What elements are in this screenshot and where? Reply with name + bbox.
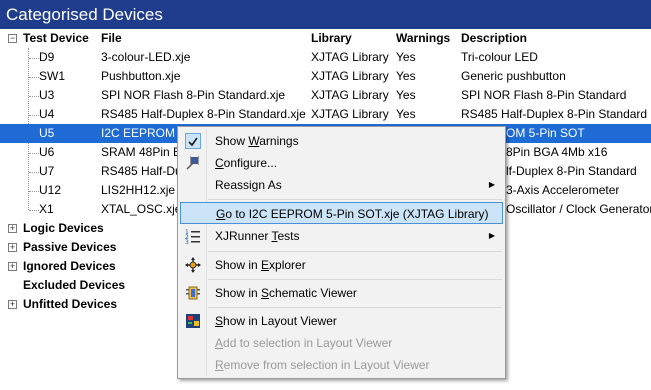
device-name: D9 xyxy=(39,50,55,64)
menu-item-show-in-layout-viewer[interactable]: Show in Layout Viewer xyxy=(180,310,503,332)
device-name: U6 xyxy=(39,145,55,159)
column-file[interactable]: File xyxy=(101,29,122,48)
window-title: Categorised Devices xyxy=(0,0,651,29)
device-row-sw1[interactable]: SW1 Pushbutton.xje XJTAG Library Yes Gen… xyxy=(0,67,651,86)
device-description: lf-Duplex 8-Pin Standard xyxy=(506,164,637,178)
device-warnings: Yes xyxy=(396,69,416,83)
device-description: RS485 Half-Duplex 8-Pin Standard xyxy=(461,107,648,121)
device-library: XJTAG Library xyxy=(311,107,389,121)
column-library[interactable]: Library xyxy=(311,29,352,48)
device-file: XTAL_OSC.xje xyxy=(101,202,182,216)
group-unfitted-devices[interactable]: Unfitted Devices xyxy=(23,295,117,314)
menu-separator xyxy=(208,251,502,252)
schematic-chip-icon xyxy=(185,285,201,301)
column-test-device[interactable]: Test Device xyxy=(23,29,89,48)
svg-text:3: 3 xyxy=(185,239,189,244)
expand-unfitted-devices-icon[interactable]: + xyxy=(8,300,17,309)
context-menu: Show Warnings Configure... Reassign As ▶… xyxy=(177,126,506,379)
device-description: Generic pushbutton xyxy=(461,69,566,83)
device-warnings: Yes xyxy=(396,107,416,121)
menu-item-show-in-explorer[interactable]: Show in Explorer xyxy=(180,254,503,276)
device-name: U4 xyxy=(39,107,55,121)
device-file: RS485 Half-Du xyxy=(101,164,182,178)
group-excluded-devices[interactable]: Excluded Devices xyxy=(23,276,125,295)
device-library: XJTAG Library xyxy=(311,50,389,64)
device-description: OM 5-Pin SOT xyxy=(506,126,585,140)
device-row-d9[interactable]: D9 3-colour-LED.xje XJTAG Library Yes Tr… xyxy=(0,48,651,67)
device-name: X1 xyxy=(39,202,54,216)
expand-logic-devices-icon[interactable]: + xyxy=(8,224,17,233)
menu-item-go-to-file[interactable]: Go to I2C EEPROM 5-Pin SOT.xje (XJTAG Li… xyxy=(180,202,503,224)
device-library: XJTAG Library xyxy=(311,88,389,102)
tests-list-icon: 123 xyxy=(185,228,201,246)
device-description: Tri-colour LED xyxy=(461,50,538,64)
submenu-arrow-icon: ▶ xyxy=(488,180,495,189)
group-passive-devices[interactable]: Passive Devices xyxy=(23,238,116,257)
device-file: I2C EEPROM 5- xyxy=(101,126,190,140)
device-row-u4[interactable]: U4 RS485 Half-Duplex 8-Pin Standard.xje … xyxy=(0,105,651,124)
menu-item-xjrunner-tests[interactable]: 123 XJRunner Tests ▶ xyxy=(180,225,503,247)
menu-item-reassign-as[interactable]: Reassign As ▶ xyxy=(180,174,503,196)
collapse-test-device-icon[interactable]: − xyxy=(8,34,17,43)
group-ignored-devices[interactable]: Ignored Devices xyxy=(23,257,116,276)
device-library: XJTAG Library xyxy=(311,69,389,83)
device-row-u3[interactable]: U3 SPI NOR Flash 8-Pin Standard.xje XJTA… xyxy=(0,86,651,105)
menu-separator xyxy=(208,279,502,280)
menu-separator xyxy=(208,199,502,200)
column-warnings[interactable]: Warnings xyxy=(396,29,450,48)
device-file: RS485 Half-Duplex 8-Pin Standard.xje xyxy=(101,107,306,121)
device-name: SW1 xyxy=(39,69,66,83)
menu-item-show-warnings[interactable]: Show Warnings xyxy=(180,130,503,152)
device-description: SPI NOR Flash 8-Pin Standard xyxy=(461,88,627,102)
device-name: U3 xyxy=(39,88,55,102)
device-warnings: Yes xyxy=(396,88,416,102)
device-description: Oscillator / Clock Generator xyxy=(506,202,651,216)
explorer-crosshair-icon xyxy=(185,257,201,273)
device-file: SPI NOR Flash 8-Pin Standard.xje xyxy=(101,88,286,102)
checkmark-icon xyxy=(185,133,201,149)
menu-item-remove-from-selection[interactable]: Remove from selection in Layout Viewer xyxy=(180,354,503,376)
menu-separator xyxy=(208,307,502,308)
configure-chip-icon xyxy=(185,155,201,171)
submenu-arrow-icon: ▶ xyxy=(488,231,495,240)
device-file: Pushbutton.xje xyxy=(101,69,181,83)
menu-item-configure[interactable]: Configure... xyxy=(180,152,503,174)
device-file: LIS2HH12.xje xyxy=(101,183,176,197)
device-description: 8Pin BGA 4Mb x16 xyxy=(506,145,608,159)
expand-passive-devices-icon[interactable]: + xyxy=(8,243,17,252)
device-warnings: Yes xyxy=(396,50,416,64)
device-description: 3-Axis Accelerometer xyxy=(506,183,620,197)
menu-item-add-to-selection[interactable]: Add to selection in Layout Viewer xyxy=(180,332,503,354)
device-name: U7 xyxy=(39,164,55,178)
device-name: U12 xyxy=(39,183,62,197)
group-logic-devices[interactable]: Logic Devices xyxy=(23,219,104,238)
column-description[interactable]: Description xyxy=(461,29,527,48)
device-name: U5 xyxy=(39,126,55,140)
layout-board-icon xyxy=(185,313,201,329)
device-file: 3-colour-LED.xje xyxy=(101,50,191,64)
expand-ignored-devices-icon[interactable]: + xyxy=(8,262,17,271)
menu-item-show-in-schematic-viewer[interactable]: Show in Schematic Viewer xyxy=(180,282,503,304)
